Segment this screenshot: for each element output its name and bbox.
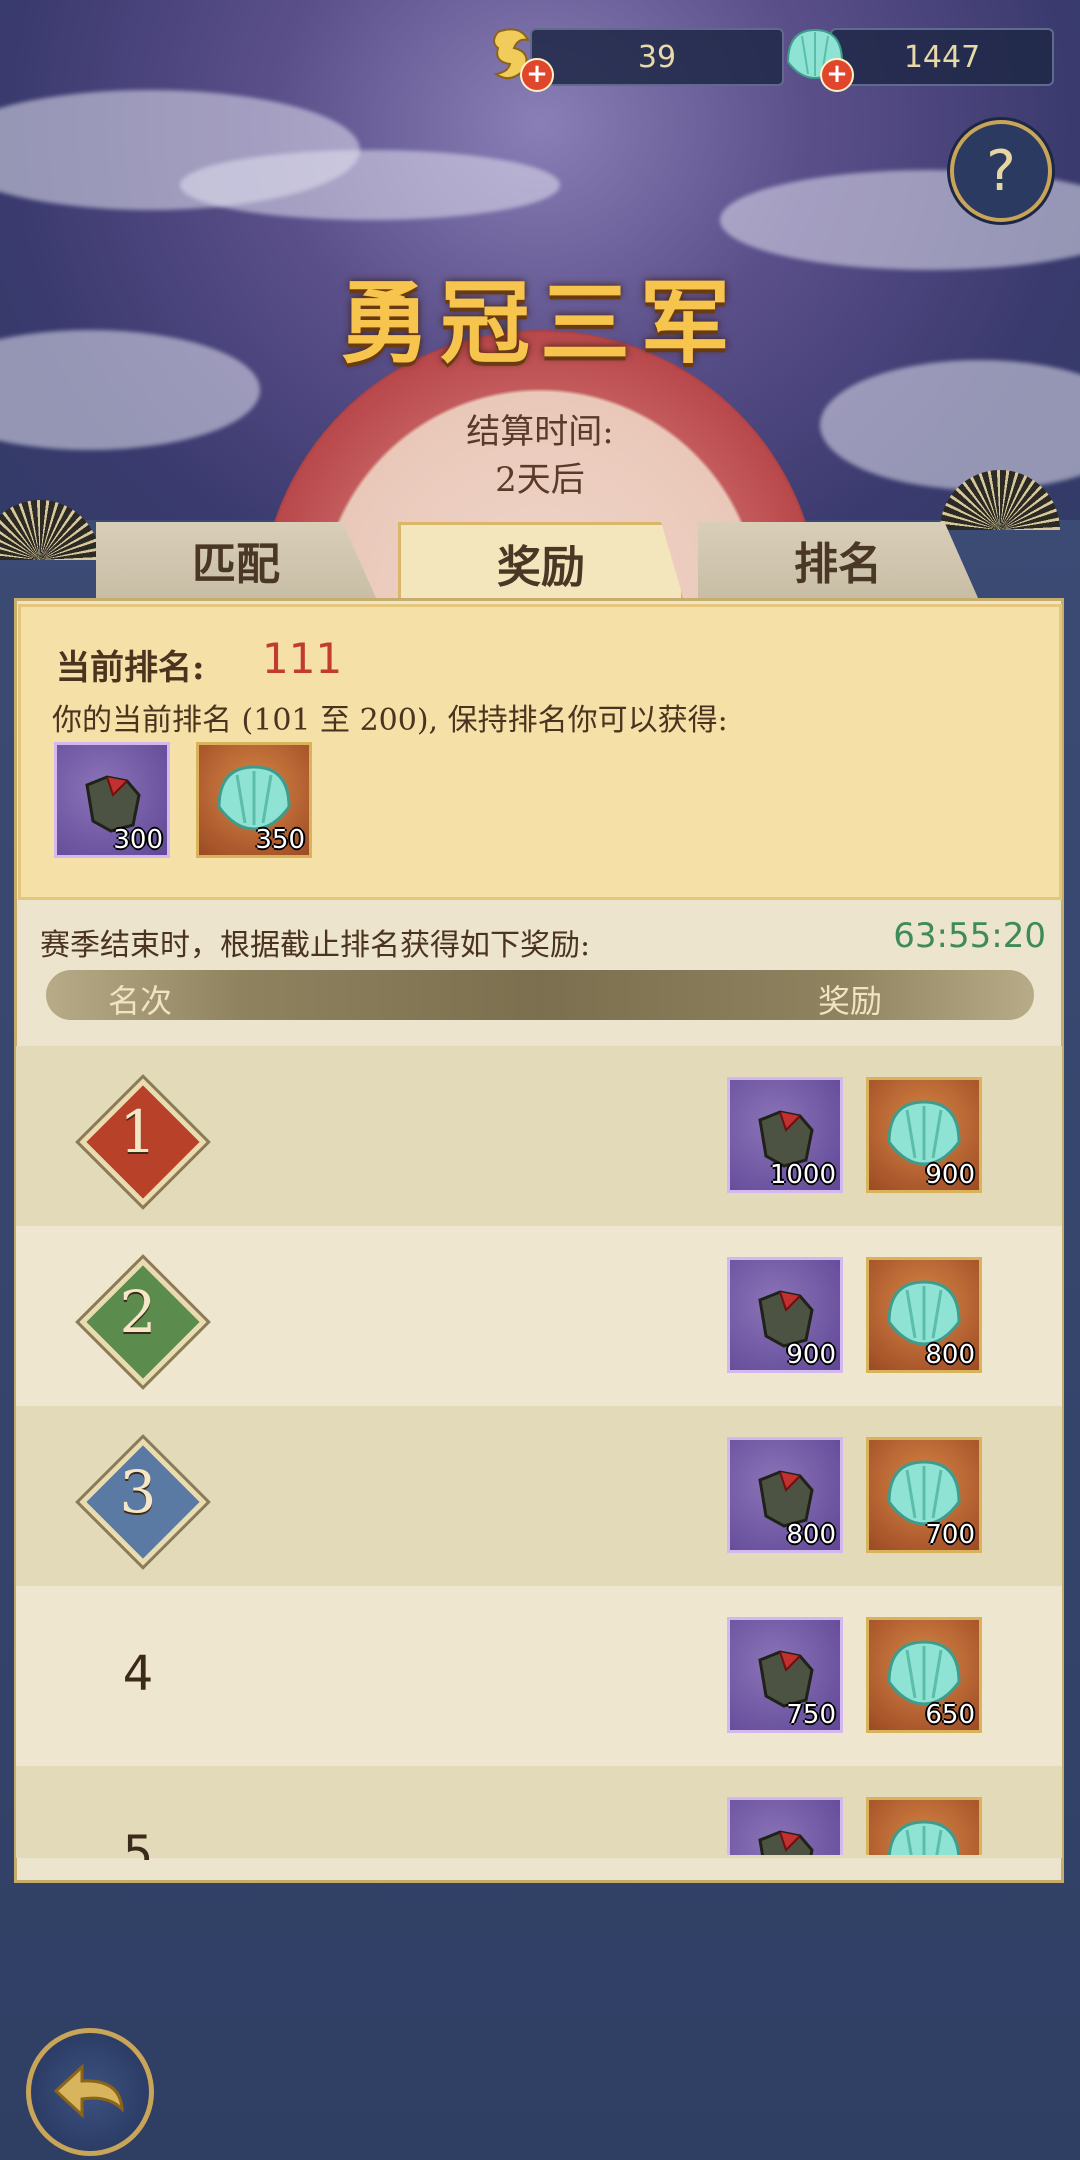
dragon-currency-value: 39: [530, 28, 784, 86]
reward-item-shell[interactable]: 350: [196, 742, 312, 858]
reward-item-shell[interactable]: [866, 1797, 982, 1855]
reward-item-armor[interactable]: 750: [727, 1617, 843, 1733]
reward-qty: 900: [786, 1340, 836, 1370]
current-rank-value: 111: [262, 634, 343, 683]
current-rank-label: 当前排名:: [56, 648, 205, 688]
reward-item-shell[interactable]: 800: [866, 1257, 982, 1373]
shell-icon: [887, 1820, 961, 1855]
help-button[interactable]: ?: [950, 120, 1052, 222]
reward-item-armor[interactable]: 1000: [727, 1077, 843, 1193]
reward-item-shell[interactable]: 650: [866, 1617, 982, 1733]
rank-number: 4: [122, 1646, 154, 1702]
tab-rewards-label: 奖励: [497, 542, 585, 593]
tab-match-label: 匹配: [192, 539, 280, 590]
reward-qty: 800: [786, 1520, 836, 1550]
add-shell-button[interactable]: +: [820, 58, 854, 92]
reward-item-shell[interactable]: 700: [866, 1437, 982, 1553]
reward-qty: 700: [925, 1520, 975, 1550]
reward-qty: 900: [925, 1160, 975, 1190]
shell-currency-value: 1447: [830, 28, 1054, 86]
reward-qty: 750: [786, 1700, 836, 1730]
add-dragon-button[interactable]: +: [520, 58, 554, 92]
rank-number: 5: [122, 1826, 154, 1860]
reward-qty: 800: [925, 1340, 975, 1370]
reward-qty: 1000: [769, 1160, 836, 1190]
reward-item-armor[interactable]: 300: [54, 742, 170, 858]
settle-label: 结算时间:: [466, 412, 614, 452]
back-button[interactable]: [26, 2028, 154, 2156]
season-timer: 63:55:20: [893, 916, 1046, 956]
armor-icon: [758, 1830, 814, 1855]
header-rank: 名次: [108, 982, 173, 1020]
tab-ranking[interactable]: 排名: [698, 522, 978, 598]
reward-item-armor[interactable]: [727, 1797, 843, 1855]
rank-number: 1: [119, 1098, 157, 1166]
reward-qty: 300: [113, 825, 163, 855]
header-reward: 奖励: [818, 982, 883, 1020]
reward-item-shell[interactable]: 900: [866, 1077, 982, 1193]
page-title: 勇冠三军: [340, 270, 740, 376]
tab-ranking-label: 排名: [794, 539, 882, 590]
rank-number: 2: [119, 1278, 157, 1346]
row-5-rewards-clip: [727, 1797, 987, 1855]
current-rank-description: 你的当前排名 (101 至 200), 保持排名你可以获得:: [52, 703, 728, 738]
back-arrow-icon: [53, 2063, 124, 2119]
reward-table-header: [46, 970, 1034, 1020]
reward-qty: 650: [925, 1700, 975, 1730]
tab-rewards[interactable]: 奖励: [398, 522, 684, 601]
tab-match[interactable]: 匹配: [96, 522, 376, 598]
season-end-text: 赛季结束时，根据截止排名获得如下奖励:: [40, 928, 591, 963]
reward-qty: 350: [255, 825, 305, 855]
rank-number: 3: [119, 1458, 157, 1526]
reward-item-armor[interactable]: 800: [727, 1437, 843, 1553]
reward-item-armor[interactable]: 900: [727, 1257, 843, 1373]
settle-value: 2天后: [495, 460, 585, 500]
